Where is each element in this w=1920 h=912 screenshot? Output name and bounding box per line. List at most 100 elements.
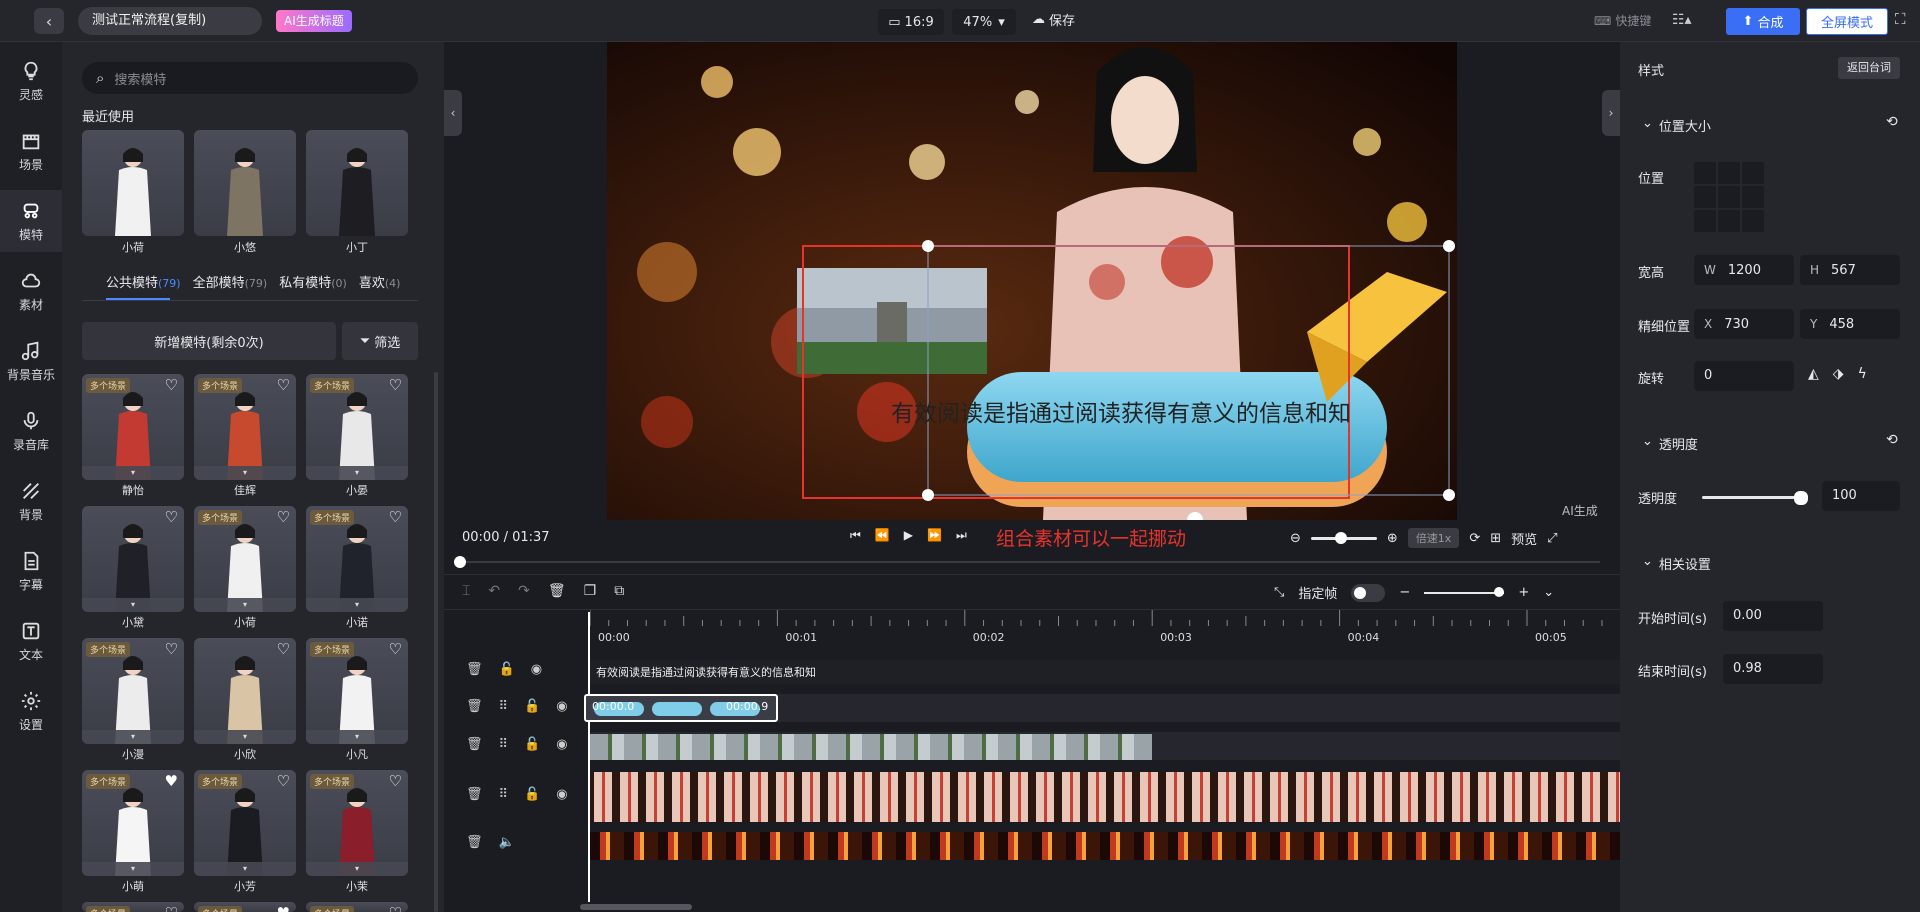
tab-private[interactable]: 私有模特(0) [279, 272, 347, 291]
model-card[interactable]: 多个场景 ♡ [82, 902, 184, 912]
ai-title-button[interactable]: AI生成标题 [276, 10, 352, 32]
zoom-out-icon[interactable]: ⊖ [1290, 531, 1301, 546]
fast-forward-icon[interactable]: ⏩ [927, 528, 942, 543]
tab-all[interactable]: 全部模特(79) [193, 272, 268, 291]
lock-icon[interactable]: 🔓 [524, 737, 540, 752]
eye-icon[interactable]: ◉ [556, 699, 567, 714]
text-track[interactable]: 有效阅读是指通过阅读获得有意义的信息和知 [590, 660, 1620, 684]
zoom-select[interactable]: 47% ▾ [952, 9, 1016, 35]
grouped-clip[interactable]: 00:00.0 00:00.9 [584, 694, 778, 722]
nav-item-model[interactable]: 模特 [0, 190, 62, 252]
x-input[interactable]: X 730 [1694, 309, 1794, 339]
expand-scenes-icon[interactable]: ▾ [82, 730, 184, 744]
expand-scenes-icon[interactable]: ▾ [306, 730, 408, 744]
tab-favorite[interactable]: 喜欢(4) [359, 272, 401, 291]
heart-icon[interactable]: ♡ [165, 904, 178, 912]
heart-icon[interactable]: ♡ [389, 772, 402, 790]
expand-scenes-icon[interactable]: ▾ [194, 466, 296, 480]
tab-public[interactable]: 公共模特(79) [106, 272, 181, 291]
height-input[interactable]: H 567 [1800, 255, 1900, 285]
reset-opacity-icon[interactable]: ⟲ [1886, 432, 1898, 448]
project-name-input[interactable]: 测试正常流程(复制) [78, 7, 262, 35]
heart-icon[interactable]: ♡ [389, 904, 402, 912]
progress-bar[interactable] [454, 556, 1600, 568]
shortcut-button[interactable]: ⌨ 快捷键 [1594, 12, 1651, 29]
nav-item-settings[interactable]: 设置 [0, 680, 62, 742]
trash-icon[interactable]: 🗑 [466, 737, 483, 752]
nav-item-text[interactable]: 文本 [0, 610, 62, 672]
model-card[interactable]: 多个场景 ♥ [194, 902, 296, 912]
heart-icon[interactable]: ♡ [389, 376, 402, 394]
heart-icon[interactable]: ♡ [277, 508, 290, 526]
avatar-clip[interactable] [590, 772, 1620, 822]
collapse-tracks-icon[interactable]: ⌄ [1543, 585, 1554, 600]
opacity-knob[interactable] [1794, 491, 1808, 505]
trash-icon[interactable]: 🗑 [466, 835, 483, 850]
flip-vertical-icon[interactable]: ⬗ [1833, 366, 1844, 382]
drag-icon[interactable]: ⠿ [499, 737, 509, 752]
heart-icon[interactable]: ♡ [165, 376, 178, 394]
nav-item-material[interactable]: 素材 [0, 260, 62, 322]
flash-icon[interactable]: ϟ [1858, 366, 1867, 382]
nav-item-background[interactable]: 背景 [0, 470, 62, 532]
recent-model-card[interactable] [82, 130, 184, 236]
nav-item-inspiration[interactable]: 灵感 [0, 50, 62, 112]
model-card[interactable]: 多个场景 ♡ ▾ [306, 374, 408, 480]
drag-icon[interactable]: ⠿ [499, 787, 509, 802]
eye-icon[interactable]: ◉ [556, 737, 567, 752]
start-time-input[interactable]: 0.00 [1723, 601, 1823, 631]
trash-icon[interactable]: 🗑 [466, 787, 483, 802]
trash-icon[interactable]: 🗑 [466, 662, 483, 677]
expand-scenes-icon[interactable]: ▾ [194, 862, 296, 876]
opacity-input[interactable]: 100 [1822, 481, 1900, 511]
expand-scenes-icon[interactable]: ▾ [306, 862, 408, 876]
heart-icon[interactable]: ♡ [165, 508, 178, 526]
expand-scenes-icon[interactable]: ▾ [82, 466, 184, 480]
flip-horizontal-icon[interactable]: ◭ [1808, 366, 1819, 382]
synth-button[interactable]: ⬆ 合成 [1726, 8, 1800, 35]
heart-icon[interactable]: ♡ [277, 376, 290, 394]
eye-icon[interactable]: ◉ [556, 787, 567, 802]
timeline-scrollbar[interactable] [580, 904, 692, 910]
heart-filled-icon[interactable]: ♥ [165, 772, 178, 790]
timeline-zoom-out-icon[interactable]: − [1399, 585, 1410, 600]
heart-icon[interactable]: ♡ [277, 772, 290, 790]
opacity-section[interactable]: ⌄ 透明度 [1642, 434, 1698, 453]
keyframe-select[interactable]: 指定帧 [1298, 583, 1337, 602]
replace-icon[interactable]: ⧉ [614, 583, 624, 599]
model-card[interactable]: 多个场景 ♡ ▾ [82, 638, 184, 744]
drag-icon[interactable]: ⠿ [499, 699, 509, 714]
nav-item-subtitle[interactable]: 字幕 [0, 540, 62, 602]
collapse-icon[interactable]: ⛶ [1895, 10, 1906, 28]
ratio-select[interactable]: ▭ 16:9 [878, 9, 944, 35]
back-to-script-button[interactable]: 返回台词 [1838, 57, 1900, 79]
models-scrollbar[interactable] [434, 372, 438, 912]
nav-item-music[interactable]: 背景音乐 [0, 330, 62, 392]
preview-zoom-slider[interactable] [1310, 531, 1377, 544]
progress-knob[interactable] [454, 556, 466, 568]
lock-icon[interactable]: 🔓 [524, 787, 540, 802]
fullscreen-button[interactable]: 全屏模式 [1806, 8, 1888, 35]
nav-item-scene[interactable]: 场景 [0, 120, 62, 182]
add-model-button[interactable]: 新增模特(剩余0次) [82, 322, 336, 360]
timeline-zoom-knob[interactable] [1494, 586, 1505, 597]
model-card[interactable]: 多个场景 ♡ ▾ [306, 770, 408, 876]
model-card[interactable]: ♡ ▾ [82, 506, 184, 612]
eye-icon[interactable]: ◉ [531, 662, 542, 677]
model-card[interactable]: 多个场景 ♡ ▾ [82, 374, 184, 480]
opacity-slider[interactable] [1702, 491, 1808, 505]
preview-canvas[interactable]: 有效阅读是指通过阅读获得有意义的信息和知 [607, 42, 1457, 520]
pos-size-section[interactable]: ⌄ 位置大小 [1642, 116, 1711, 135]
rotate-input[interactable]: 0 [1694, 361, 1794, 391]
save-button[interactable]: ☁ 保存 [1032, 10, 1075, 29]
trash-icon[interactable]: 🗑 [466, 699, 483, 714]
nav-item-recording[interactable]: 录音库 [0, 400, 62, 462]
zoom-in-icon[interactable]: ⊕ [1387, 531, 1398, 546]
lock-icon[interactable]: 🔓 [524, 699, 540, 714]
expand-scenes-icon[interactable]: ▾ [306, 466, 408, 480]
model-card[interactable]: 多个场景 ♡ ▾ [194, 374, 296, 480]
lock-icon[interactable]: 🔓 [499, 662, 515, 677]
expand-scenes-icon[interactable]: ▾ [194, 730, 296, 744]
preview-button[interactable]: 预览 [1511, 529, 1537, 548]
skip-start-icon[interactable]: ⏮ [850, 528, 861, 543]
